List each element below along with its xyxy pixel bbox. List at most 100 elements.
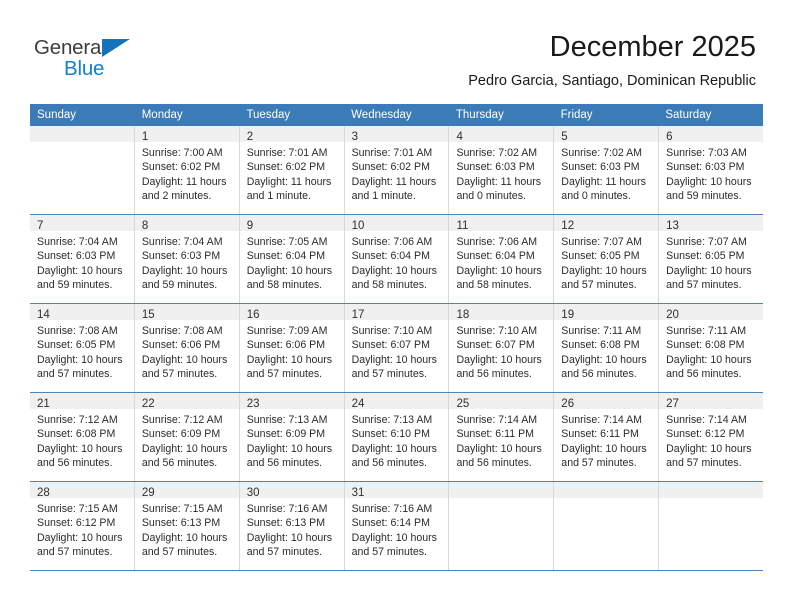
calendar-week-row: 28 Sunrise: 7:15 AM Sunset: 6:12 PM Dayligh… (30, 482, 764, 571)
day-cell-24[interactable]: 24 Sunrise: 7:13 AM Sunset: 6:10 PM Dayligh… (344, 393, 450, 481)
day-details: Sunrise: 7:01 AM Sunset: 6:02 PM Daylight:… (240, 142, 344, 203)
day-cell-5[interactable]: 5 Sunrise: 7:02 AM Sunset: 6:03 PM Daylight… (554, 126, 660, 214)
day-detail-line: Sunset: 6:03 PM (37, 250, 116, 263)
day-details: Sunrise: 7:16 AM Sunset: 6:14 PM Daylight:… (345, 498, 449, 559)
day-detail-line: and 58 minutes. (456, 278, 532, 291)
day-number: 26 (561, 398, 575, 410)
day-cell-8[interactable]: 8 Sunrise: 7:04 AM Sunset: 6:03 PM Daylight… (134, 215, 240, 303)
day-detail-line: Sunrise: 7:02 AM (561, 147, 642, 159)
day-detail-line: Daylight: 10 hours (141, 531, 228, 544)
day-cell-12[interactable]: 12 Sunrise: 7:07 AM Sunset: 6:05 PM Dayligh… (554, 215, 660, 303)
day-detail-line: Daylight: 10 hours (246, 264, 333, 277)
day-detail-line: Sunrise: 7:09 AM (246, 325, 328, 337)
weekday-header-row: Sunday Monday Tuesday Wednesday Thursday Frid… (30, 104, 763, 126)
day-detail-line: Daylight: 11 hours (141, 175, 227, 188)
day-detail-line: and 56 minutes. (561, 367, 637, 380)
day-detail-line: Sunrise: 7:15 AM (37, 503, 118, 515)
day-number: 30 (246, 487, 260, 499)
day-number: 1 (141, 131, 149, 143)
day-details: Sunrise: 7:06 AM Sunset: 6:04 PM Daylight:… (345, 231, 449, 292)
day-number-bar (659, 482, 764, 498)
calendar-week-row: 1 Sunrise: 7:00 AM Sunset: 6:02 PM Daylight… (30, 126, 764, 215)
day-detail-line: Sunset: 6:02 PM (351, 161, 430, 174)
logo-triangle-icon (102, 39, 130, 57)
day-details: Sunrise: 7:08 AM Sunset: 6:05 PM Daylight:… (30, 320, 134, 381)
day-cell-9[interactable]: 9 Sunrise: 7:05 AM Sunset: 6:04 PM Daylight… (239, 215, 345, 303)
day-cell-18[interactable]: 18 Sunrise: 7:10 AM Sunset: 6:07 PM Dayligh… (449, 304, 555, 392)
day-cell-empty (449, 482, 555, 570)
day-cell-27[interactable]: 27 Sunrise: 7:14 AM Sunset: 6:12 PM Dayligh… (659, 393, 764, 481)
day-number-bar: 10 (344, 215, 449, 232)
day-number: 20 (666, 309, 679, 321)
day-cell-7[interactable]: 7 Sunrise: 7:04 AM Sunset: 6:03 PM Daylight… (30, 215, 135, 303)
day-cell-empty (554, 482, 660, 570)
day-detail-line: and 59 minutes. (141, 278, 218, 291)
day-detail-line: Sunset: 6:10 PM (351, 428, 430, 441)
day-detail-line: Daylight: 10 hours (666, 175, 752, 188)
day-number: 28 (37, 487, 50, 499)
day-details: Sunrise: 7:08 AM Sunset: 6:06 PM Daylight:… (135, 320, 239, 381)
day-detail-line: Daylight: 10 hours (141, 264, 228, 277)
general-blue-logo[interactable]: General Blue (34, 36, 164, 84)
day-cell-11[interactable]: 11 Sunrise: 7:06 AM Sunset: 6:04 PM Dayligh… (449, 215, 555, 303)
day-cell-15[interactable]: 15 Sunrise: 7:08 AM Sunset: 6:06 PM Dayligh… (134, 304, 240, 392)
day-detail-line: and 56 minutes. (37, 456, 113, 469)
day-cell-29[interactable]: 29 Sunrise: 7:15 AM Sunset: 6:13 PM Dayligh… (134, 482, 240, 570)
day-number: 3 (351, 131, 358, 143)
day-detail-line: Sunrise: 7:11 AM (666, 325, 747, 337)
day-number-bar: 2 (239, 126, 344, 143)
day-cell-empty (659, 482, 764, 570)
day-cell-26[interactable]: 26 Sunrise: 7:14 AM Sunset: 6:11 PM Dayligh… (554, 393, 660, 481)
day-cell-22[interactable]: 22 Sunrise: 7:12 AM Sunset: 6:09 PM Dayligh… (134, 393, 240, 481)
logo-text-blue: Blue (64, 57, 105, 80)
day-detail-line: Sunset: 6:07 PM (351, 339, 430, 352)
day-detail-line: and 57 minutes. (351, 367, 427, 380)
day-number-bar: 29 (134, 482, 239, 499)
day-cell-30[interactable]: 30 Sunrise: 7:16 AM Sunset: 6:13 PM Dayligh… (239, 482, 345, 570)
day-details (554, 498, 658, 502)
day-detail-line: Sunset: 6:11 PM (561, 428, 639, 441)
day-cell-19[interactable]: 19 Sunrise: 7:11 AM Sunset: 6:08 PM Dayligh… (554, 304, 660, 392)
day-detail-line: Sunrise: 7:10 AM (456, 325, 538, 337)
day-cell-10[interactable]: 10 Sunrise: 7:06 AM Sunset: 6:04 PM Dayligh… (344, 215, 450, 303)
day-detail-line: Daylight: 10 hours (561, 442, 647, 455)
day-cell-13[interactable]: 13 Sunrise: 7:07 AM Sunset: 6:05 PM Dayligh… (659, 215, 764, 303)
calendar-page: General Blue December 2025 Pedro Garcia,… (0, 0, 792, 612)
day-cell-16[interactable]: 16 Sunrise: 7:09 AM Sunset: 6:06 PM Dayligh… (239, 304, 345, 392)
day-cell-14[interactable]: 14 Sunrise: 7:08 AM Sunset: 6:05 PM Dayligh… (30, 304, 135, 392)
day-detail-line: Sunrise: 7:14 AM (666, 414, 747, 426)
day-cell-23[interactable]: 23 Sunrise: 7:13 AM Sunset: 6:09 PM Dayligh… (239, 393, 345, 481)
day-number: 24 (351, 398, 365, 410)
day-cell-1[interactable]: 1 Sunrise: 7:00 AM Sunset: 6:02 PM Daylight… (134, 126, 240, 214)
day-cell-6[interactable]: 6 Sunrise: 7:03 AM Sunset: 6:03 PM Daylight… (659, 126, 764, 214)
day-cell-31[interactable]: 31 Sunrise: 7:16 AM Sunset: 6:14 PM Dayligh… (344, 482, 450, 570)
day-detail-line: Daylight: 10 hours (351, 353, 437, 366)
day-details: Sunrise: 7:03 AM Sunset: 6:03 PM Daylight:… (659, 142, 763, 203)
day-cell-17[interactable]: 17 Sunrise: 7:10 AM Sunset: 6:07 PM Dayligh… (344, 304, 450, 392)
day-number: 4 (456, 131, 463, 143)
day-cell-28[interactable]: 28 Sunrise: 7:15 AM Sunset: 6:12 PM Dayligh… (30, 482, 135, 570)
day-number-bar: 23 (239, 393, 344, 410)
day-number: 22 (141, 398, 155, 410)
day-cell-4[interactable]: 4 Sunrise: 7:02 AM Sunset: 6:03 PM Daylight… (449, 126, 555, 214)
day-details (659, 498, 763, 502)
day-cell-3[interactable]: 3 Sunrise: 7:01 AM Sunset: 6:02 PM Daylight… (344, 126, 450, 214)
day-detail-line: and 58 minutes. (246, 278, 323, 291)
page-title: December 2025 (549, 31, 756, 63)
day-detail-line: Daylight: 10 hours (666, 264, 752, 277)
day-details: Sunrise: 7:07 AM Sunset: 6:05 PM Daylight:… (554, 231, 658, 292)
day-details: Sunrise: 7:04 AM Sunset: 6:03 PM Daylight:… (30, 231, 134, 292)
day-cell-21[interactable]: 21 Sunrise: 7:12 AM Sunset: 6:08 PM Dayligh… (30, 393, 135, 481)
day-detail-line: and 56 minutes. (246, 456, 323, 469)
day-cell-2[interactable]: 2 Sunrise: 7:01 AM Sunset: 6:02 PM Daylight… (239, 126, 345, 214)
day-number-bar (30, 126, 134, 142)
day-detail-line: Daylight: 10 hours (141, 353, 228, 366)
day-cell-20[interactable]: 20 Sunrise: 7:11 AM Sunset: 6:08 PM Dayligh… (659, 304, 764, 392)
day-detail-line: and 57 minutes. (141, 367, 218, 380)
day-cell-25[interactable]: 25 Sunrise: 7:14 AM Sunset: 6:11 PM Dayligh… (449, 393, 555, 481)
day-detail-line: Daylight: 10 hours (37, 353, 123, 366)
day-detail-line: Sunrise: 7:04 AM (141, 236, 223, 248)
day-detail-line: Sunrise: 7:10 AM (351, 325, 433, 337)
day-detail-line: and 57 minutes. (561, 456, 637, 469)
day-number: 25 (456, 398, 470, 410)
